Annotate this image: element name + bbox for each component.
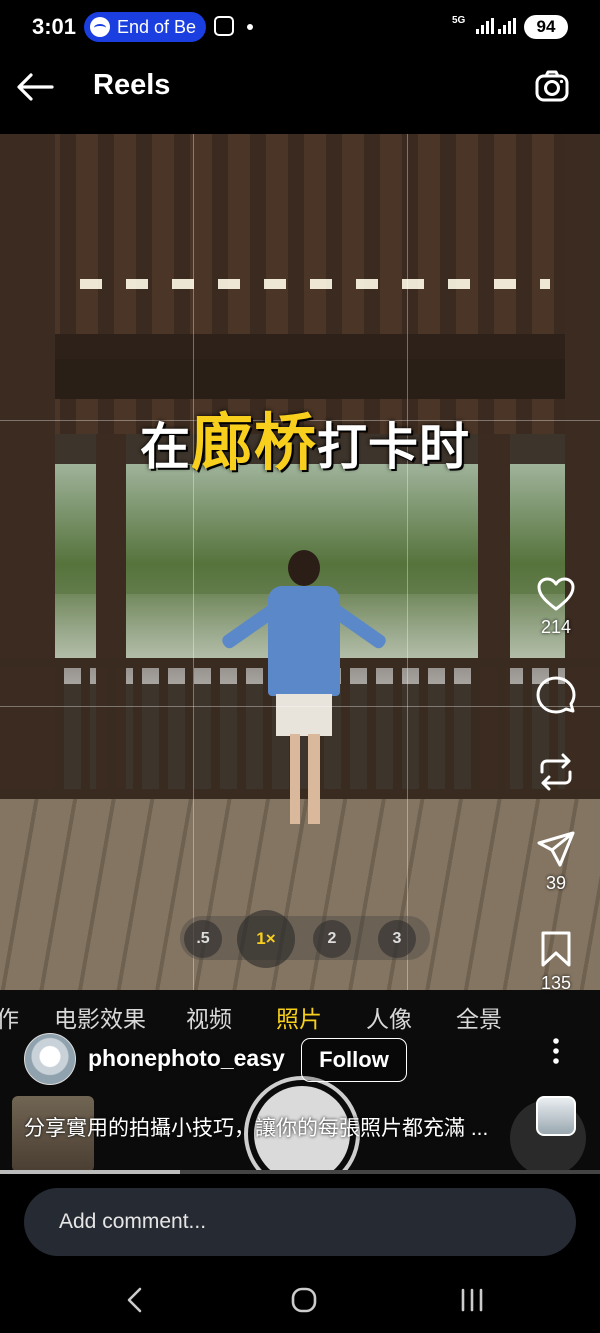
camera-grid-line — [0, 706, 600, 707]
follow-button[interactable]: Follow — [301, 1038, 407, 1082]
video-lights — [80, 279, 550, 289]
media-pill-text: End of Be — [117, 17, 197, 37]
notification-dot — [247, 24, 253, 30]
bookmark-icon[interactable] — [539, 930, 573, 968]
share-action[interactable]: 39 — [520, 830, 592, 894]
video-person-head — [288, 550, 320, 586]
reels-header: Reels — [0, 54, 600, 134]
video-overlay-caption: 在廊桥打卡时 — [140, 392, 470, 482]
save-action[interactable]: 135 — [520, 930, 592, 994]
post-caption[interactable]: 分享實用的拍攝小技巧，讓你的每張照片都充滿 ... — [24, 1112, 502, 1142]
back-nav-icon[interactable] — [124, 1286, 146, 1314]
more-icon[interactable] — [545, 1036, 567, 1066]
signal-icon — [476, 18, 498, 34]
username[interactable]: phonephoto_easy — [88, 1045, 285, 1072]
page-title: Reels — [93, 69, 171, 101]
share-count: 39 — [545, 873, 567, 893]
zoom-option: .5 — [184, 920, 222, 958]
send-icon[interactable] — [536, 830, 576, 868]
repost-action[interactable] — [520, 752, 592, 797]
camera-mode-strip: 作 电影效果 视频 照片 人像 全景 — [0, 990, 600, 1040]
repost-icon[interactable] — [536, 752, 576, 792]
camera-mode: 视频 — [186, 1006, 232, 1032]
status-bar: 3:01 End of Be 5G 94 — [0, 0, 600, 54]
status-time: 3:01 — [32, 14, 77, 39]
overlay-caption-part: 在 — [140, 419, 191, 475]
arrow-left-icon[interactable] — [16, 72, 54, 102]
camera-zoom-selector: .5 1× 2 3 — [180, 910, 430, 968]
avatar[interactable] — [24, 1033, 76, 1085]
camera-mode: 人像 — [366, 1006, 412, 1032]
camera-mode: 作 — [0, 1006, 19, 1032]
video-person-skirt — [276, 694, 332, 736]
spotify-icon — [90, 17, 110, 37]
comment-placeholder: Add comment... — [59, 1210, 207, 1233]
audio-thumbnail[interactable] — [536, 1096, 576, 1136]
comment-action[interactable] — [520, 675, 592, 720]
overlay-caption-highlight: 廊桥 — [191, 409, 318, 478]
camera-mode-selected: 照片 — [276, 1006, 322, 1032]
overlay-caption-part: 打卡时 — [317, 419, 471, 475]
media-pill[interactable]: End of Be — [84, 12, 206, 42]
zoom-option: 3 — [378, 920, 416, 958]
video-person — [268, 586, 340, 696]
like-count: 214 — [540, 617, 572, 637]
video-person-legs — [290, 734, 320, 824]
network-type: 5G — [452, 15, 466, 26]
screen-record-icon — [214, 16, 234, 36]
reel-video[interactable]: 在廊桥打卡时 .5 1× 2 3 作 电影效果 视频 照片 人像 全景 — [0, 134, 600, 1174]
recents-nav-icon[interactable] — [458, 1286, 486, 1314]
camera-icon[interactable] — [534, 68, 570, 104]
home-nav-icon[interactable] — [290, 1286, 318, 1314]
signal-icon — [498, 18, 520, 34]
zoom-option-selected: 1× — [237, 910, 295, 968]
comment-input[interactable]: Add comment... — [24, 1188, 576, 1256]
battery-icon: 94 — [524, 15, 568, 39]
heart-icon[interactable] — [536, 576, 576, 612]
camera-mode: 全景 — [456, 1006, 502, 1032]
comment-area: Add comment... — [0, 1174, 600, 1268]
save-count: 135 — [540, 973, 572, 993]
like-action[interactable]: 214 — [520, 576, 592, 638]
system-nav-bar — [0, 1268, 600, 1333]
camera-mode: 电影效果 — [54, 1006, 146, 1032]
comment-icon[interactable] — [536, 675, 576, 715]
zoom-option: 2 — [313, 920, 351, 958]
